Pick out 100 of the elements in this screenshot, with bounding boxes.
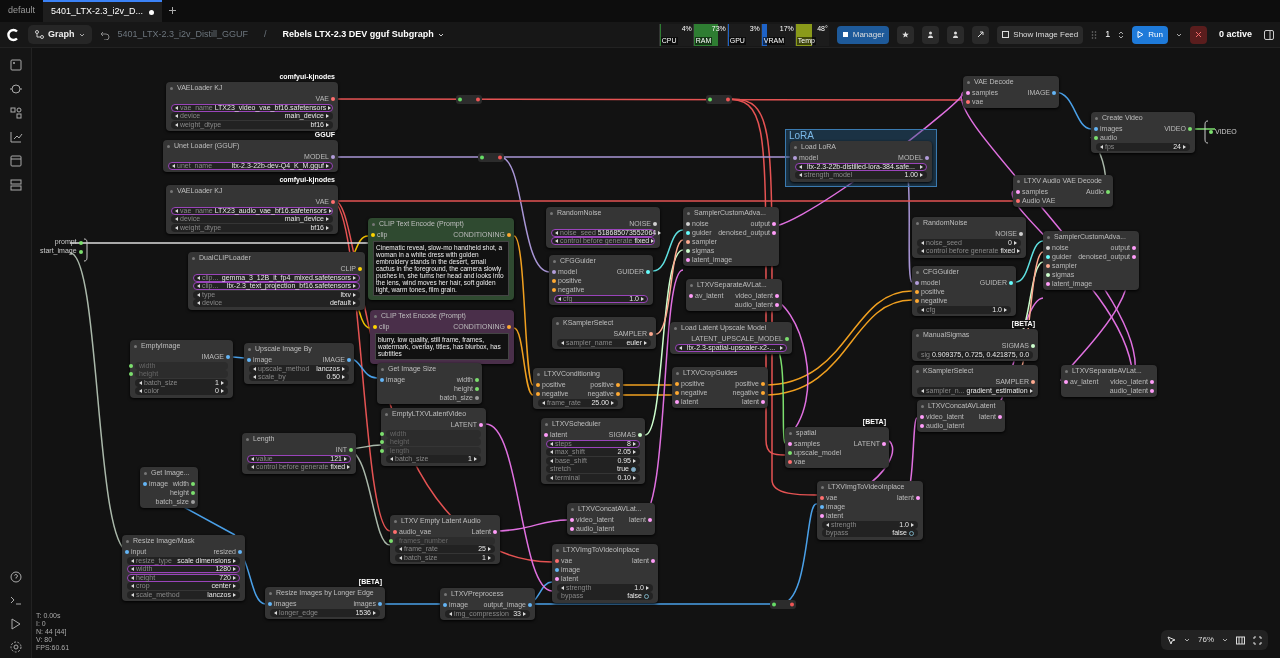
node-dot-icon[interactable]: [545, 422, 548, 426]
socket-icon[interactable]: [129, 363, 133, 368]
node-dot-icon[interactable]: [1017, 179, 1020, 183]
socket-icon[interactable]: [475, 386, 479, 391]
fit-view-icon[interactable]: [1253, 635, 1262, 645]
socket-icon[interactable]: [920, 414, 924, 419]
socket-icon[interactable]: [998, 414, 1002, 419]
arrow-right-icon[interactable]: [523, 611, 526, 616]
arrow-right-icon[interactable]: [1029, 388, 1033, 393]
socket-icon[interactable]: [675, 399, 679, 404]
socket-icon[interactable]: [536, 391, 540, 396]
arrow-left-icon[interactable]: [172, 163, 175, 168]
socket-icon[interactable]: [443, 602, 447, 607]
arrow-right-icon[interactable]: [326, 163, 329, 168]
undo-icon[interactable]: [99, 29, 110, 40]
cancel-button[interactable]: [1189, 25, 1207, 44]
arrow-left-icon[interactable]: [921, 307, 924, 312]
socket-icon[interactable]: [788, 450, 792, 455]
node-dot-icon[interactable]: [394, 519, 397, 523]
socket-icon[interactable]: [675, 390, 679, 395]
arrow-left-icon[interactable]: [679, 345, 682, 350]
node-dot-icon[interactable]: [170, 189, 173, 193]
socket-icon[interactable]: [686, 230, 690, 235]
arrow-left-icon[interactable]: [921, 388, 924, 393]
socket-icon[interactable]: [775, 293, 779, 298]
node-dot-icon[interactable]: [916, 369, 919, 373]
toggle-icon[interactable]: [631, 466, 636, 472]
socket-icon[interactable]: [653, 221, 657, 226]
arrow-right-icon[interactable]: [373, 610, 376, 615]
socket-icon[interactable]: [686, 239, 690, 244]
socket-icon[interactable]: [331, 154, 335, 159]
socket-icon[interactable]: [1094, 126, 1098, 131]
socket-icon[interactable]: [129, 372, 133, 376]
map-icon[interactable]: [1236, 635, 1245, 645]
socket-icon[interactable]: [479, 422, 483, 427]
subgraph-title[interactable]: Rebels LTX-2.3 DEV gguf Subgraph: [282, 27, 444, 42]
socket-icon[interactable]: [675, 381, 679, 386]
arrow-right-icon[interactable]: [780, 345, 783, 350]
socket-icon[interactable]: [689, 293, 693, 298]
arrow-left-icon[interactable]: [558, 296, 561, 301]
socket-icon[interactable]: [1046, 272, 1050, 277]
tab[interactable]: default: [0, 0, 44, 22]
node-dot-icon[interactable]: [916, 270, 919, 274]
socket-icon[interactable]: [1064, 379, 1068, 384]
socket-icon[interactable]: [493, 529, 497, 534]
node-dot-icon[interactable]: [192, 256, 195, 260]
socket-icon[interactable]: [1046, 254, 1050, 259]
socket-icon[interactable]: [373, 324, 377, 329]
socket-icon[interactable]: [378, 601, 382, 606]
socket-icon[interactable]: [761, 381, 765, 386]
socket-icon[interactable]: [347, 357, 351, 362]
socket-icon[interactable]: [555, 576, 559, 581]
socket-icon[interactable]: [552, 269, 556, 274]
socket-icon[interactable]: [238, 549, 242, 554]
socket-icon[interactable]: [78, 249, 83, 254]
socket-icon[interactable]: [761, 390, 765, 395]
image-icon[interactable]: [9, 58, 23, 72]
socket-icon[interactable]: [915, 280, 919, 285]
node-dot-icon[interactable]: [821, 485, 824, 489]
socket-icon[interactable]: [191, 481, 195, 486]
node-dot-icon[interactable]: [794, 145, 797, 149]
stepper-icon[interactable]: [1118, 29, 1125, 40]
socket-icon[interactable]: [1052, 90, 1056, 95]
socket-icon[interactable]: [686, 248, 690, 253]
add-tab-icon[interactable]: [167, 6, 177, 15]
socket-icon[interactable]: [1209, 130, 1213, 134]
socket-icon[interactable]: [389, 538, 393, 543]
node-dot-icon[interactable]: [967, 80, 970, 84]
node-dot-icon[interactable]: [134, 344, 137, 348]
socket-icon[interactable]: [507, 324, 511, 329]
node-dot-icon[interactable]: [916, 221, 919, 225]
socket-icon[interactable]: [772, 230, 776, 235]
node-dot-icon[interactable]: [269, 591, 272, 595]
socket-icon[interactable]: [788, 441, 792, 446]
arrow-left-icon[interactable]: [274, 610, 277, 615]
socket-icon[interactable]: [1106, 189, 1110, 194]
reroute-node[interactable]: [770, 600, 796, 609]
node-dot-icon[interactable]: [537, 372, 540, 376]
batch-count-field[interactable]: 1: [1105, 27, 1111, 42]
arrow-right-icon[interactable]: [646, 585, 649, 590]
socket-icon[interactable]: [920, 423, 924, 428]
socket-icon[interactable]: [143, 481, 147, 486]
node-dot-icon[interactable]: [170, 86, 173, 90]
arrow-right-icon[interactable]: [641, 296, 644, 301]
reroute-node[interactable]: [456, 95, 482, 104]
socket-icon[interactable]: [78, 240, 83, 245]
node-dot-icon[interactable]: [556, 321, 559, 325]
socket-icon[interactable]: [882, 441, 886, 446]
socket-icon[interactable]: [555, 567, 559, 572]
socket-icon[interactable]: [648, 517, 652, 522]
socket-icon[interactable]: [646, 269, 650, 274]
target-icon[interactable]: [9, 82, 23, 96]
socket-icon[interactable]: [247, 357, 251, 362]
socket-icon[interactable]: [616, 391, 620, 396]
socket-icon[interactable]: [793, 155, 797, 160]
node-dot-icon[interactable]: [372, 222, 375, 226]
socket-icon[interactable]: [1046, 281, 1050, 286]
socket-icon[interactable]: [125, 549, 129, 554]
socket-icon[interactable]: [380, 431, 384, 436]
manager-button[interactable]: Manager: [836, 25, 890, 44]
